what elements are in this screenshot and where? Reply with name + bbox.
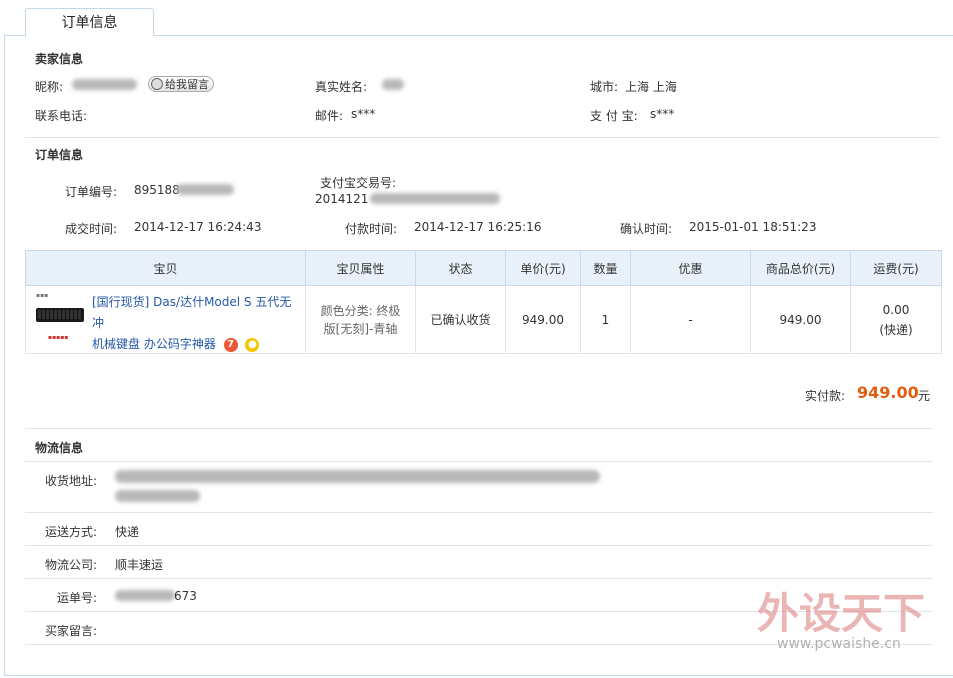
order-no-label: 订单编号: — [65, 185, 118, 199]
tracking-no-redacted — [115, 590, 175, 601]
divider — [25, 137, 940, 138]
thumb-logo: ▪▪▪ — [36, 292, 49, 299]
cell-shipping: 0.00 (快递) — [850, 285, 942, 354]
col-header-unit-price: 单价(元) — [505, 250, 581, 286]
col-header-shipping: 运费(元) — [850, 250, 942, 286]
order-no-value: 895188 — [134, 183, 180, 197]
tab-order-info[interactable]: 订单信息 — [25, 8, 154, 36]
alipay-trade-redacted — [370, 193, 500, 204]
divider — [25, 578, 933, 579]
deal-time-label: 成交时间: — [65, 222, 118, 236]
chat-icon — [151, 78, 163, 90]
watermark-url: www.pcwaishe.cn — [777, 636, 901, 652]
confirm-time-label: 确认时间: — [620, 222, 673, 236]
leave-message-button[interactable]: 给我留言 — [148, 76, 214, 92]
tracking-no-value: 673 — [174, 589, 197, 603]
phone-label: 联系电话: — [35, 109, 88, 123]
shipping-method-value: 快递 — [115, 525, 140, 539]
address-redacted-line-1 — [115, 470, 600, 483]
seven-day-return-icon: 7 — [223, 337, 238, 352]
col-header-item: 宝贝 — [25, 250, 306, 286]
col-header-total: 商品总价(元) — [750, 250, 851, 286]
cell-quantity: 1 — [580, 285, 631, 354]
col-header-quantity: 数量 — [580, 250, 631, 286]
divider — [25, 545, 933, 546]
product-title-line-1: [国行现货] Das/达什Model S 五代无冲 — [92, 295, 292, 330]
table-header-row: 宝贝 宝贝属性 状态 单价(元) 数量 优惠 商品总价(元) 运费(元) — [25, 250, 942, 286]
tracking-no-label: 运单号: — [57, 591, 98, 605]
col-header-status: 状态 — [415, 250, 506, 286]
address-redacted-line-2 — [115, 490, 200, 502]
nickname-redacted — [72, 79, 137, 90]
divider — [25, 461, 933, 462]
logistics-section-title: 物流信息 — [35, 441, 84, 455]
city-value: 上海 上海 — [625, 80, 677, 94]
attr-line-2: 版[无刻]-青轴 — [323, 321, 398, 336]
cell-total: 949.00 — [750, 285, 851, 354]
col-header-discount: 优惠 — [630, 250, 751, 286]
payment-label: 实付款: — [805, 389, 846, 403]
keyboard-keys — [38, 310, 82, 319]
alipay-trade-label: 支付宝交易号: — [320, 176, 397, 190]
pay-time-label: 付款时间: — [345, 222, 398, 236]
shipping-value: 0.00 — [882, 302, 910, 317]
order-no-redacted — [176, 184, 234, 195]
order-section-title: 订单信息 — [35, 148, 84, 162]
alipay-value: s*** — [650, 107, 675, 121]
shipping-method-label: 运送方式: — [45, 525, 98, 539]
alipay-trade-value: 2014121 — [315, 192, 369, 206]
product-title-line-2: 机械键盘 办公码字神器 — [92, 337, 216, 351]
seller-section-title: 卖家信息 — [35, 52, 84, 66]
product-title-row-2: 机械键盘 办公码字神器 7 ● — [92, 334, 302, 355]
alipay-label: 支 付 宝: — [590, 109, 638, 123]
deal-time-value: 2014-12-17 16:24:43 — [134, 220, 262, 234]
divider — [25, 428, 933, 429]
payment-unit: 元 — [918, 389, 931, 403]
thumb-caption: ▪▪▪▪▪ — [48, 334, 69, 341]
shipping-type: (快递) — [879, 322, 913, 337]
col-header-attributes: 宝贝属性 — [305, 250, 416, 286]
address-label: 收货地址: — [45, 474, 98, 488]
buyer-message-label: 买家留言: — [45, 624, 98, 638]
email-label: 邮件: — [315, 109, 344, 123]
shield-icon: ● — [245, 337, 260, 352]
city-label: 城市: — [590, 80, 619, 94]
confirm-time-value: 2015-01-01 18:51:23 — [689, 220, 817, 234]
attr-line-1: 颜色分类: 终极 — [320, 303, 401, 318]
realname-redacted — [382, 79, 404, 90]
divider — [25, 512, 933, 513]
logistics-company-value: 顺丰速运 — [115, 558, 164, 572]
payment-amount: 949.00 — [857, 383, 919, 402]
email-value: s*** — [351, 107, 376, 121]
cell-status: 已确认收货 — [415, 285, 506, 354]
product-title-link[interactable]: [国行现货] Das/达什Model S 五代无冲 机械键盘 办公码字神器 7 … — [92, 292, 302, 355]
cell-discount: - — [630, 285, 751, 354]
cell-attributes: 颜色分类: 终极 版[无刻]-青轴 — [305, 285, 416, 354]
product-thumbnail[interactable]: ▪▪▪ ▪▪▪▪▪ — [34, 290, 86, 344]
realname-label: 真实姓名: — [315, 80, 368, 94]
nickname-label: 昵称: — [35, 80, 64, 94]
pay-time-value: 2014-12-17 16:25:16 — [414, 220, 542, 234]
watermark-logo: 外设天下 — [757, 589, 926, 638]
cell-unit-price: 949.00 — [505, 285, 581, 354]
logistics-company-label: 物流公司: — [45, 558, 98, 572]
